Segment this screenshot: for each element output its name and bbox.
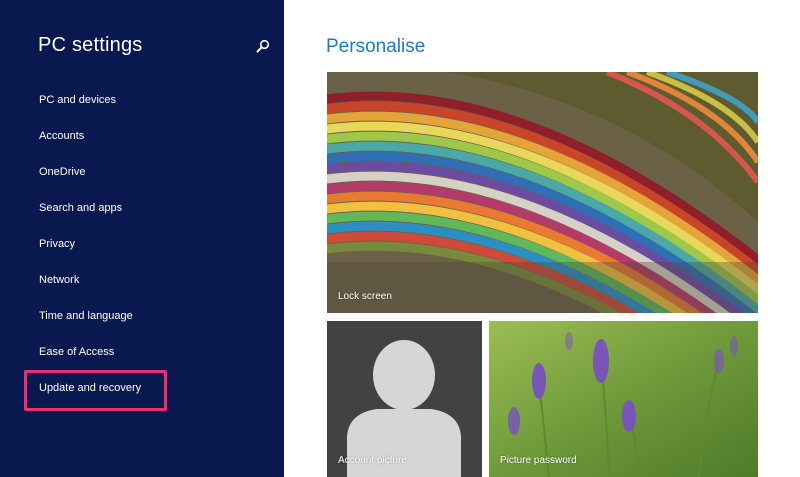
person-silhouette-icon (327, 321, 482, 477)
sidebar-item-search-and-apps[interactable]: Search and apps (0, 190, 284, 226)
sidebar-item-network[interactable]: Network (0, 262, 284, 298)
sidebar-item-ease-of-access[interactable]: Ease of Access (0, 334, 284, 370)
picture-password-tile[interactable]: Picture password (489, 321, 758, 477)
lock-screen-image (327, 72, 758, 313)
lock-screen-label: Lock screen (338, 291, 392, 302)
settings-nav: PC and devices Accounts OneDrive Search … (0, 82, 284, 406)
account-picture-label: Account picture (338, 455, 407, 466)
account-picture-tile[interactable]: Account picture (327, 321, 482, 477)
picture-password-image (489, 321, 758, 477)
sidebar-item-time-and-language[interactable]: Time and language (0, 298, 284, 334)
search-icon[interactable] (256, 39, 270, 53)
picture-password-label: Picture password (500, 455, 577, 466)
page-title: Personalise (326, 36, 426, 57)
sidebar-item-privacy[interactable]: Privacy (0, 226, 284, 262)
lock-screen-tile[interactable]: Lock screen (327, 72, 758, 313)
sidebar-title: PC settings (38, 34, 143, 56)
sidebar: PC settings PC and devices Accounts OneD… (0, 0, 284, 477)
sidebar-item-accounts[interactable]: Accounts (0, 118, 284, 154)
sidebar-item-update-and-recovery[interactable]: Update and recovery (0, 370, 284, 406)
sidebar-item-pc-and-devices[interactable]: PC and devices (0, 82, 284, 118)
sidebar-item-onedrive[interactable]: OneDrive (0, 154, 284, 190)
